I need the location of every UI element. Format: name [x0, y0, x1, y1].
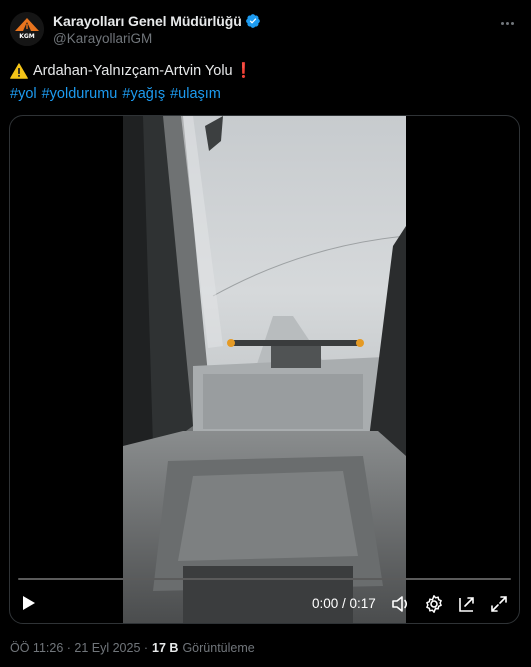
view-count: 17 B: [152, 641, 179, 655]
hashtag-link[interactable]: #yoldurumu: [42, 86, 118, 102]
fullscreen-icon[interactable]: [489, 594, 509, 614]
exclamation-mark: ❗: [234, 63, 253, 79]
tweet-title: Ardahan-Yalnızçam-Artvin Yolu ❗: [10, 62, 253, 79]
tweet-timestamp[interactable]: ÖÖ 11:26 · 21 Eyl 2025 ·: [10, 641, 148, 655]
hashtag-list: #yol #yoldurumu #yağış #ulaşım: [10, 86, 221, 102]
hashtag-link[interactable]: #ulaşım: [170, 86, 221, 102]
verified-badge-icon: [245, 14, 260, 28]
video-thumbnail-image: [123, 116, 406, 623]
more-dot-icon: [510, 21, 514, 25]
warning-icon: [10, 62, 28, 79]
volume-icon[interactable]: [391, 594, 411, 614]
more-options-button[interactable]: [497, 13, 517, 33]
avatar-text: KGM: [19, 33, 35, 40]
hashtag-link[interactable]: #yağış: [122, 86, 165, 102]
more-dot-icon: [500, 21, 504, 25]
tweet: KGM Karayolları Genel Müdürlüğü @Karayol…: [0, 0, 531, 667]
play-icon[interactable]: [22, 595, 36, 611]
tweet-meta: ÖÖ 11:26 · 21 Eyl 2025 · 17 B Görüntülem…: [10, 641, 255, 655]
tweet-title-text: Ardahan-Yalnızçam-Artvin Yolu: [33, 62, 233, 79]
video-time: 0:00 / 0:17: [312, 596, 376, 611]
settings-icon[interactable]: [424, 594, 444, 614]
author-name-row[interactable]: Karayolları Genel Müdürlüğü: [53, 12, 261, 30]
video-progress-bar[interactable]: [18, 578, 511, 580]
video-frame[interactable]: [123, 116, 406, 623]
video-controls: 0:00 / 0:17: [10, 588, 519, 620]
hashtag-link[interactable]: #yol: [10, 86, 37, 102]
avatar[interactable]: KGM: [10, 12, 44, 46]
author-name[interactable]: Karayolları Genel Müdürlüğü: [53, 13, 242, 29]
view-count-label: Görüntüleme: [182, 641, 255, 655]
picture-in-picture-icon[interactable]: [457, 594, 477, 614]
more-dot-icon: [505, 21, 509, 25]
kgm-logo-icon: KGM: [10, 12, 44, 46]
video-player[interactable]: 0:00 / 0:17: [9, 115, 520, 624]
author-handle[interactable]: @KarayollariGM: [53, 31, 152, 46]
